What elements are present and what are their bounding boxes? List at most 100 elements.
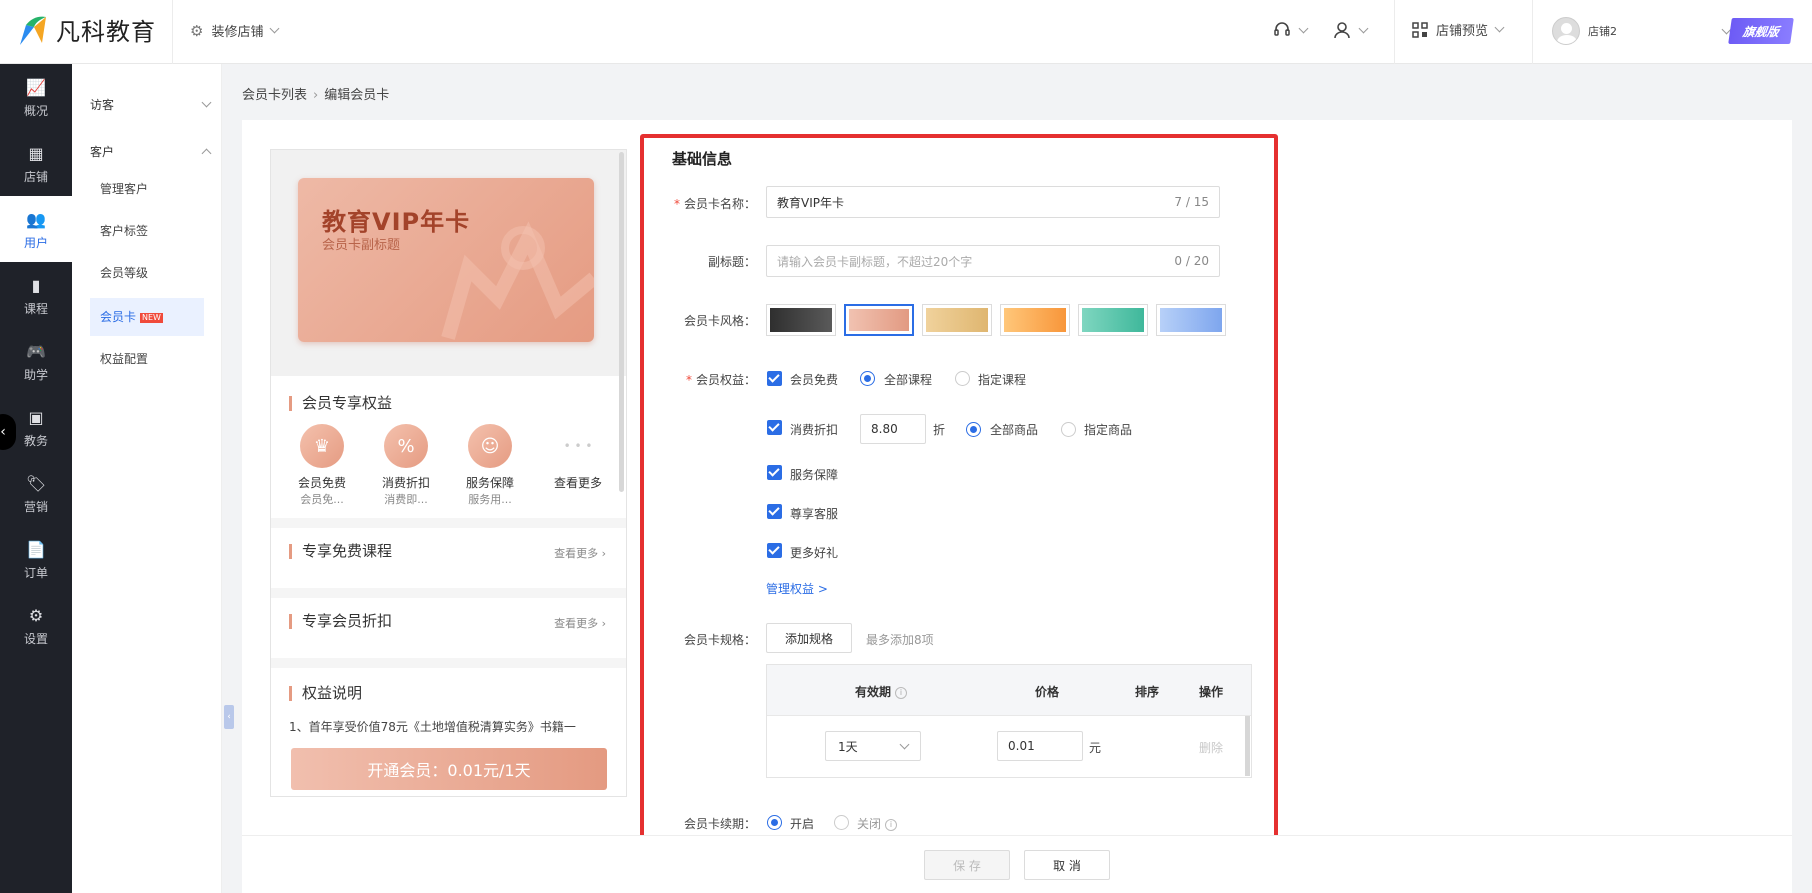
all-goods-radio[interactable] <box>966 422 981 437</box>
store-select-label: 装修店铺 <box>211 25 264 40</box>
chevron-down-icon <box>899 739 910 749</box>
breadcrumb-parent[interactable]: 会员卡列表 <box>242 88 307 103</box>
info-icon[interactable]: i <box>895 686 908 699</box>
subnav-item-member-level[interactable]: 会员等级 <box>90 254 204 292</box>
subnav-item-manage-customers[interactable]: 管理客户 <box>90 170 204 208</box>
subnav-item-label: 管理客户 <box>100 182 149 196</box>
right-vip-service-checkbox[interactable] <box>767 504 782 519</box>
card-title: 教育VIP年卡 <box>322 208 471 236</box>
benefits-section: 会员专享权益 ♛ 会员免费 会员免... % 消费折扣 消费即... ☺ 服务保障 服务用.… <box>271 376 626 518</box>
discount-input[interactable]: 8.80 <box>860 414 926 444</box>
right-discount-label: 消费折扣 <box>790 423 839 437</box>
nav-item-courses[interactable]: ▮ 课程 <box>0 262 72 328</box>
table-scrollbar[interactable] <box>1245 716 1250 776</box>
right-vip-service-label: 尊享客服 <box>790 507 839 521</box>
main-nav: 📈 概况 ▦ 店铺 👥 用户 ▮ 课程 🎮 助学 ▣ 教务 🏷 营销 📄 订单 ⚙ 设置 <box>0 64 72 893</box>
vip-card: 教育VIP年卡 会员卡副标题 <box>298 178 594 342</box>
subtitle-placeholder: 请输入会员卡副标题，不超过20个字 <box>777 254 973 269</box>
style-swatch-orange[interactable] <box>1000 304 1070 336</box>
benefits-more[interactable]: • • • 查看更多 <box>543 424 613 491</box>
info-icon[interactable]: i <box>885 818 898 831</box>
right-gifts-checkbox[interactable] <box>767 543 782 558</box>
nav-item-users[interactable]: 👥 用户 <box>0 196 72 262</box>
benefit-desc: 服务用... <box>468 493 512 506</box>
logo-icon <box>16 13 50 47</box>
member-discount-more-link[interactable]: 查看更多 › <box>554 615 606 631</box>
subtitle-input[interactable]: 请输入会员卡副标题，不超过20个字 0 / 20 <box>766 245 1220 277</box>
swatch-fill <box>1160 308 1222 332</box>
style-swatch-teal[interactable] <box>1078 304 1148 336</box>
qrcode-icon <box>1412 21 1428 38</box>
period-select[interactable]: 1天 <box>825 731 921 761</box>
style-swatch-dark[interactable] <box>766 304 836 336</box>
swatch-fill <box>926 308 988 332</box>
benefits-more-label: 查看更多 <box>553 476 602 490</box>
subnav-group-label: 访客 <box>90 98 115 112</box>
member-discount-section: 专享会员折扣 查看更多 › <box>271 598 626 658</box>
nav-label: 设置 <box>23 632 48 646</box>
subnav-group-visitors[interactable]: 访客 <box>90 96 212 113</box>
cancel-button[interactable]: 取 消 <box>1024 850 1110 880</box>
new-badge: NEW <box>140 312 163 323</box>
subnav-item-customer-tags[interactable]: 客户标签 <box>90 212 204 250</box>
spec-table: 有效期 i 价格 排序 操作 1天 0.01 元 删除 <box>766 664 1252 778</box>
subnav-toggle[interactable]: ‹ <box>224 705 234 729</box>
free-courses-more-link[interactable]: 查看更多 › <box>554 545 606 561</box>
renew-label: 会员卡续期： <box>683 817 756 831</box>
right-gifts-label: 更多好礼 <box>790 546 839 560</box>
preview-card-area: 教育VIP年卡 会员卡副标题 <box>271 150 626 376</box>
right-free-checkbox[interactable] <box>767 371 782 386</box>
renew-on-label: 开启 <box>790 817 815 831</box>
style-label: 会员卡风格： <box>683 314 756 328</box>
store-preview-menu[interactable]: 店铺预览 <box>1412 20 1505 39</box>
save-button[interactable]: 保 存 <box>924 850 1010 880</box>
support-menu[interactable] <box>1272 20 1309 40</box>
subnav-item-rights-config[interactable]: 权益配置 <box>90 340 204 378</box>
benefit-item: % 消费折扣 消费即... <box>371 424 441 507</box>
nav-label: 助学 <box>23 368 48 382</box>
store-selector[interactable]: ⚙ 装修店铺 <box>190 21 280 40</box>
all-courses-label: 全部课程 <box>884 373 933 387</box>
subnav-item-label: 会员卡 <box>100 310 137 324</box>
spec-label: 会员卡规格： <box>683 633 756 647</box>
store-switcher[interactable]: 店铺2 <box>1552 17 1732 45</box>
name-label: * 会员卡名称： <box>646 195 756 212</box>
nav-item-study[interactable]: 🎮 助学 <box>0 328 72 394</box>
open-membership-button[interactable]: 开通会员：0.01元/1天 <box>291 748 607 790</box>
nav-label: 订单 <box>23 566 48 580</box>
delete-row-link[interactable]: 删除 <box>1199 739 1223 756</box>
subnav-item-label: 客户标签 <box>100 224 149 238</box>
preview-scrollbar[interactable] <box>619 152 624 492</box>
manage-rights-link[interactable]: 管理权益 > <box>766 580 828 597</box>
sub-nav: 访客 客户 管理客户 客户标签 会员等级 会员卡 NEW 权益配置 <box>72 64 222 893</box>
nav-item-overview[interactable]: 📈 概况 <box>0 64 72 130</box>
price-input[interactable]: 0.01 <box>997 731 1083 761</box>
style-swatch-rose[interactable] <box>844 304 914 336</box>
specified-goods-radio[interactable] <box>1061 422 1076 437</box>
subnav-group-customers[interactable]: 客户 <box>90 143 212 160</box>
subnav-item-label: 权益配置 <box>100 352 149 366</box>
card-name-input[interactable]: 教育VIP年卡 7 / 15 <box>766 186 1220 218</box>
account-menu[interactable] <box>1332 20 1369 40</box>
nav-item-marketing[interactable]: 🏷 营销 <box>0 460 72 526</box>
add-spec-button[interactable]: 添加规格 <box>766 623 852 653</box>
brand-logo[interactable]: 凡科教育 <box>16 12 156 47</box>
gear-icon: ⚙ <box>190 21 204 40</box>
renew-on-radio[interactable] <box>767 815 782 830</box>
nav-item-orders[interactable]: 📄 订单 <box>0 526 72 592</box>
style-swatch-gold[interactable] <box>922 304 992 336</box>
all-courses-radio[interactable] <box>860 371 875 386</box>
specified-courses-radio[interactable] <box>955 371 970 386</box>
specified-courses-label: 指定课程 <box>978 373 1027 387</box>
right-discount-checkbox[interactable] <box>767 420 782 435</box>
spec-hint: 最多添加8项 <box>866 633 934 647</box>
right-service-checkbox[interactable] <box>767 465 782 480</box>
nav-item-store[interactable]: ▦ 店铺 <box>0 130 72 196</box>
spec-table-header: 有效期 i 价格 排序 操作 <box>767 665 1251 716</box>
renew-off-radio[interactable] <box>834 815 849 830</box>
column-header-action: 操作 <box>1199 685 1224 699</box>
style-swatch-blue[interactable] <box>1156 304 1226 336</box>
subnav-item-member-card[interactable]: 会员卡 NEW <box>90 298 204 336</box>
card-preview: 教育VIP年卡 会员卡副标题 会员专享权益 ♛ 会员免费 会员免... % 消费折扣消… <box>270 149 627 797</box>
nav-item-settings[interactable]: ⚙ 设置 <box>0 592 72 658</box>
